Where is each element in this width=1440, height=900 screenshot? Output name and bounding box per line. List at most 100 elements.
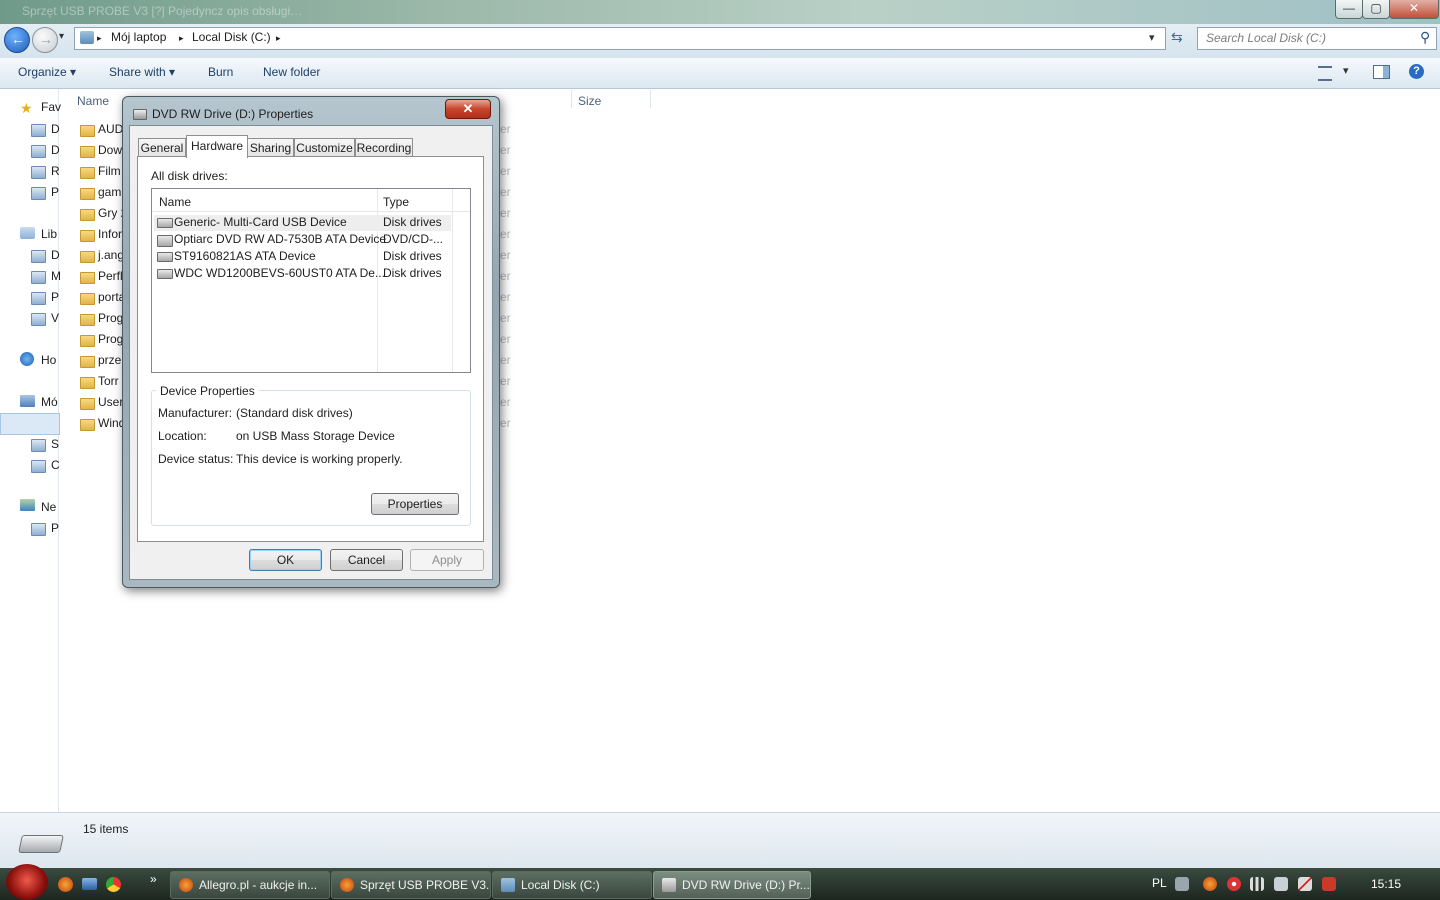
- language-indicator[interactable]: PL: [1152, 876, 1167, 890]
- file-row-name[interactable]: Prog: [98, 332, 123, 346]
- dialog-close-button[interactable]: ✕: [445, 99, 491, 119]
- drive-row-type[interactable]: DVD/CD-...: [383, 232, 443, 246]
- dvd-drive-icon: [133, 109, 147, 120]
- search-icon[interactable]: ⚲: [1420, 29, 1430, 46]
- view-options-icon[interactable]: [1318, 66, 1332, 81]
- taskbar-item-dvd-properties[interactable]: DVD RW Drive (D:) Pr...: [653, 871, 811, 899]
- file-row-name[interactable]: j.ang: [98, 248, 124, 262]
- cancel-button[interactable]: Cancel: [330, 549, 403, 571]
- breadcrumb-local-disk[interactable]: Local Disk (C:): [192, 30, 271, 44]
- tab-hardware[interactable]: Hardware: [186, 135, 248, 158]
- properties-button[interactable]: Properties: [371, 493, 459, 515]
- back-button[interactable]: ←: [4, 27, 30, 53]
- nav-item-label[interactable]: Ne: [41, 500, 56, 514]
- nav-item-label[interactable]: Ho: [41, 353, 56, 367]
- nav-item-label[interactable]: Lib: [41, 227, 57, 241]
- file-row-name[interactable]: gam: [98, 185, 121, 199]
- start-button[interactable]: [6, 864, 48, 900]
- file-row-name[interactable]: przel: [98, 353, 124, 367]
- column-header-name[interactable]: Name: [77, 94, 109, 108]
- tab-sharing[interactable]: Sharing: [247, 138, 294, 157]
- show-more-icon[interactable]: »: [150, 872, 157, 886]
- window-close-button[interactable]: ✕: [1389, 0, 1439, 19]
- tab-recording[interactable]: Recording: [355, 138, 413, 157]
- nav-item-label[interactable]: Fav: [41, 100, 61, 114]
- ok-button[interactable]: OK: [249, 549, 322, 571]
- drive-row-name[interactable]: ST9160821AS ATA Device: [174, 249, 316, 263]
- drive-row-type[interactable]: Disk drives: [383, 266, 442, 280]
- nav-item-label[interactable]: P: [51, 521, 59, 535]
- clock[interactable]: 15:15: [1371, 877, 1401, 891]
- help-icon[interactable]: ?: [1409, 64, 1424, 79]
- file-row-name[interactable]: User: [98, 395, 123, 409]
- preview-pane-icon[interactable]: [1373, 65, 1390, 79]
- column-header-size[interactable]: Size: [578, 94, 601, 108]
- address-dropdown-icon[interactable]: ▾: [1149, 31, 1155, 44]
- nav-item-label[interactable]: P: [51, 185, 59, 199]
- volume-tray-icon[interactable]: [1274, 877, 1288, 891]
- keyboard-tray-icon[interactable]: [1175, 877, 1189, 891]
- drive-row-type[interactable]: Disk drives: [383, 215, 442, 229]
- view-dropdown-icon[interactable]: ▾: [1343, 64, 1349, 77]
- forward-button[interactable]: →: [32, 27, 58, 53]
- taskbar-item-allegro[interactable]: Allegro.pl - aukcje in...: [170, 871, 330, 899]
- nav-item-label[interactable]: M: [51, 269, 61, 283]
- breadcrumb-my-laptop[interactable]: Mój laptop: [111, 30, 166, 44]
- nav-item-label[interactable]: V: [51, 311, 59, 325]
- folder-icon: [80, 167, 95, 179]
- nav-item-icon: [31, 523, 46, 536]
- nav-item-label[interactable]: R: [51, 164, 60, 178]
- file-row-name[interactable]: Film: [98, 164, 121, 178]
- nav-item-label[interactable]: Mó: [41, 395, 58, 409]
- nav-item-label[interactable]: C: [51, 458, 60, 472]
- firefox-quicklaunch-icon[interactable]: [58, 877, 73, 892]
- list-header-type[interactable]: Type: [383, 195, 409, 209]
- app-tray-icon[interactable]: [1203, 877, 1217, 891]
- burn-button[interactable]: Burn: [208, 65, 233, 79]
- desktop-quicklaunch-icon[interactable]: [82, 878, 97, 890]
- search-input[interactable]: Search Local Disk (C:) ⚲: [1197, 27, 1437, 50]
- taskbar-item-sprzet[interactable]: Sprzęt USB PROBE V3...: [331, 871, 491, 899]
- action-center-tray-icon[interactable]: [1322, 877, 1336, 891]
- drive-row-name[interactable]: WDC WD1200BEVS-60UST0 ATA De...: [174, 266, 385, 280]
- drive-row-type[interactable]: Disk drives: [383, 249, 442, 263]
- new-folder-button[interactable]: New folder: [263, 65, 320, 79]
- maximize-button[interactable]: ▢: [1362, 0, 1390, 19]
- window-title: Sprzęt USB PROBE V3 [?] Pojedyncz opis o…: [22, 4, 303, 18]
- list-header-name[interactable]: Name: [159, 195, 191, 209]
- file-row-type-fragment: er: [500, 143, 511, 157]
- nav-item-label[interactable]: S: [51, 437, 59, 451]
- column-divider[interactable]: [650, 90, 651, 108]
- file-row-type-fragment: er: [500, 269, 511, 283]
- minimize-button[interactable]: —: [1335, 0, 1363, 19]
- breadcrumb-separator-icon[interactable]: ▸: [276, 33, 281, 44]
- tab-customize[interactable]: Customize: [294, 138, 355, 157]
- nav-item-label[interactable]: D: [51, 143, 60, 157]
- nav-item-label[interactable]: P: [51, 290, 59, 304]
- file-row-name[interactable]: AUD: [98, 122, 123, 136]
- security-tray-icon[interactable]: [1227, 877, 1241, 891]
- taskbar-item-label: Sprzęt USB PROBE V3...: [360, 878, 491, 892]
- file-row-name[interactable]: Dow: [98, 143, 122, 157]
- file-row-name[interactable]: Perfl: [98, 269, 123, 283]
- refresh-icon[interactable]: ⇆: [1171, 29, 1183, 46]
- apply-button[interactable]: Apply: [410, 549, 484, 571]
- file-row-name[interactable]: Torr: [98, 374, 119, 388]
- organize-button[interactable]: Organize ▾: [18, 65, 76, 79]
- drive-row-name[interactable]: Generic- Multi-Card USB Device: [174, 215, 347, 229]
- nav-item-label[interactable]: D: [51, 122, 60, 136]
- drive-row-name[interactable]: Optiarc DVD RW AD-7530B ATA Device: [174, 232, 386, 246]
- file-row-name[interactable]: Infor: [98, 227, 122, 241]
- column-divider[interactable]: [452, 189, 453, 372]
- nav-item-label[interactable]: D: [51, 248, 60, 262]
- file-row-name[interactable]: Prog: [98, 311, 123, 325]
- taskbar-item-local-disk[interactable]: Local Disk (C:): [492, 871, 652, 899]
- tab-general[interactable]: General: [138, 138, 186, 157]
- share-with-button[interactable]: Share with ▾: [109, 65, 175, 79]
- column-divider[interactable]: [571, 90, 572, 108]
- network-tray-icon[interactable]: [1298, 877, 1312, 891]
- folder-icon: [80, 230, 95, 242]
- signal-tray-icon[interactable]: [1250, 877, 1264, 891]
- chrome-quicklaunch-icon[interactable]: [106, 877, 121, 892]
- recent-pages-dropdown-icon[interactable]: ▾: [59, 31, 64, 42]
